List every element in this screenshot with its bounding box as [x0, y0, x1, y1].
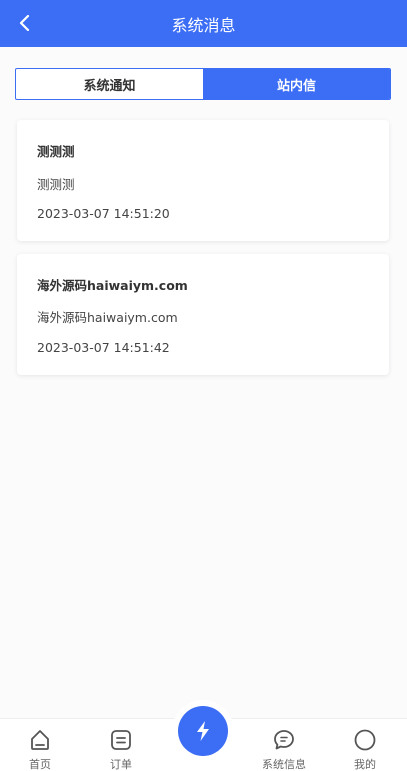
message-body: 海外源码haiwaiym.com — [37, 310, 178, 325]
chat-bubble-icon — [274, 730, 294, 750]
user-circle-icon — [354, 729, 376, 751]
message-card[interactable]: 测测测 测测测 2023-03-07 14:51:20 — [17, 120, 389, 241]
page-title: 系统消息 — [171, 15, 236, 35]
back-button[interactable] — [14, 12, 36, 34]
order-icon — [111, 730, 131, 750]
tab-system-info[interactable]: 系统信息 — [254, 727, 314, 771]
message-title: 测测测 — [37, 144, 75, 159]
home-icon — [31, 730, 49, 750]
message-type-tabs: 系统通知 站内信 — [15, 68, 391, 100]
top-nav-bar: 系统消息 — [0, 0, 407, 47]
message-body: 测测测 — [37, 177, 75, 192]
chevron-left-icon — [19, 15, 30, 31]
tab-orders-label: 订单 — [110, 758, 132, 771]
tab-mine[interactable]: 我的 — [335, 727, 395, 771]
center-action-button[interactable] — [178, 706, 228, 756]
tab-home-label: 首页 — [29, 758, 51, 771]
tab-system-notice[interactable]: 系统通知 — [16, 69, 203, 99]
lightning-icon — [197, 721, 209, 741]
tab-home[interactable]: 首页 — [10, 727, 70, 771]
tab-inbox[interactable]: 站内信 — [203, 69, 390, 99]
message-title: 海外源码haiwaiym.com — [37, 278, 188, 293]
tab-mine-label: 我的 — [354, 758, 376, 771]
message-card[interactable]: 海外源码haiwaiym.com 海外源码haiwaiym.com 2023-0… — [17, 254, 389, 375]
tab-orders[interactable]: 订单 — [91, 727, 151, 771]
center-button-ring — [172, 700, 234, 762]
tab-system-info-label: 系统信息 — [262, 758, 306, 771]
message-time: 2023-03-07 14:51:20 — [37, 206, 170, 221]
message-time: 2023-03-07 14:51:42 — [37, 340, 170, 355]
